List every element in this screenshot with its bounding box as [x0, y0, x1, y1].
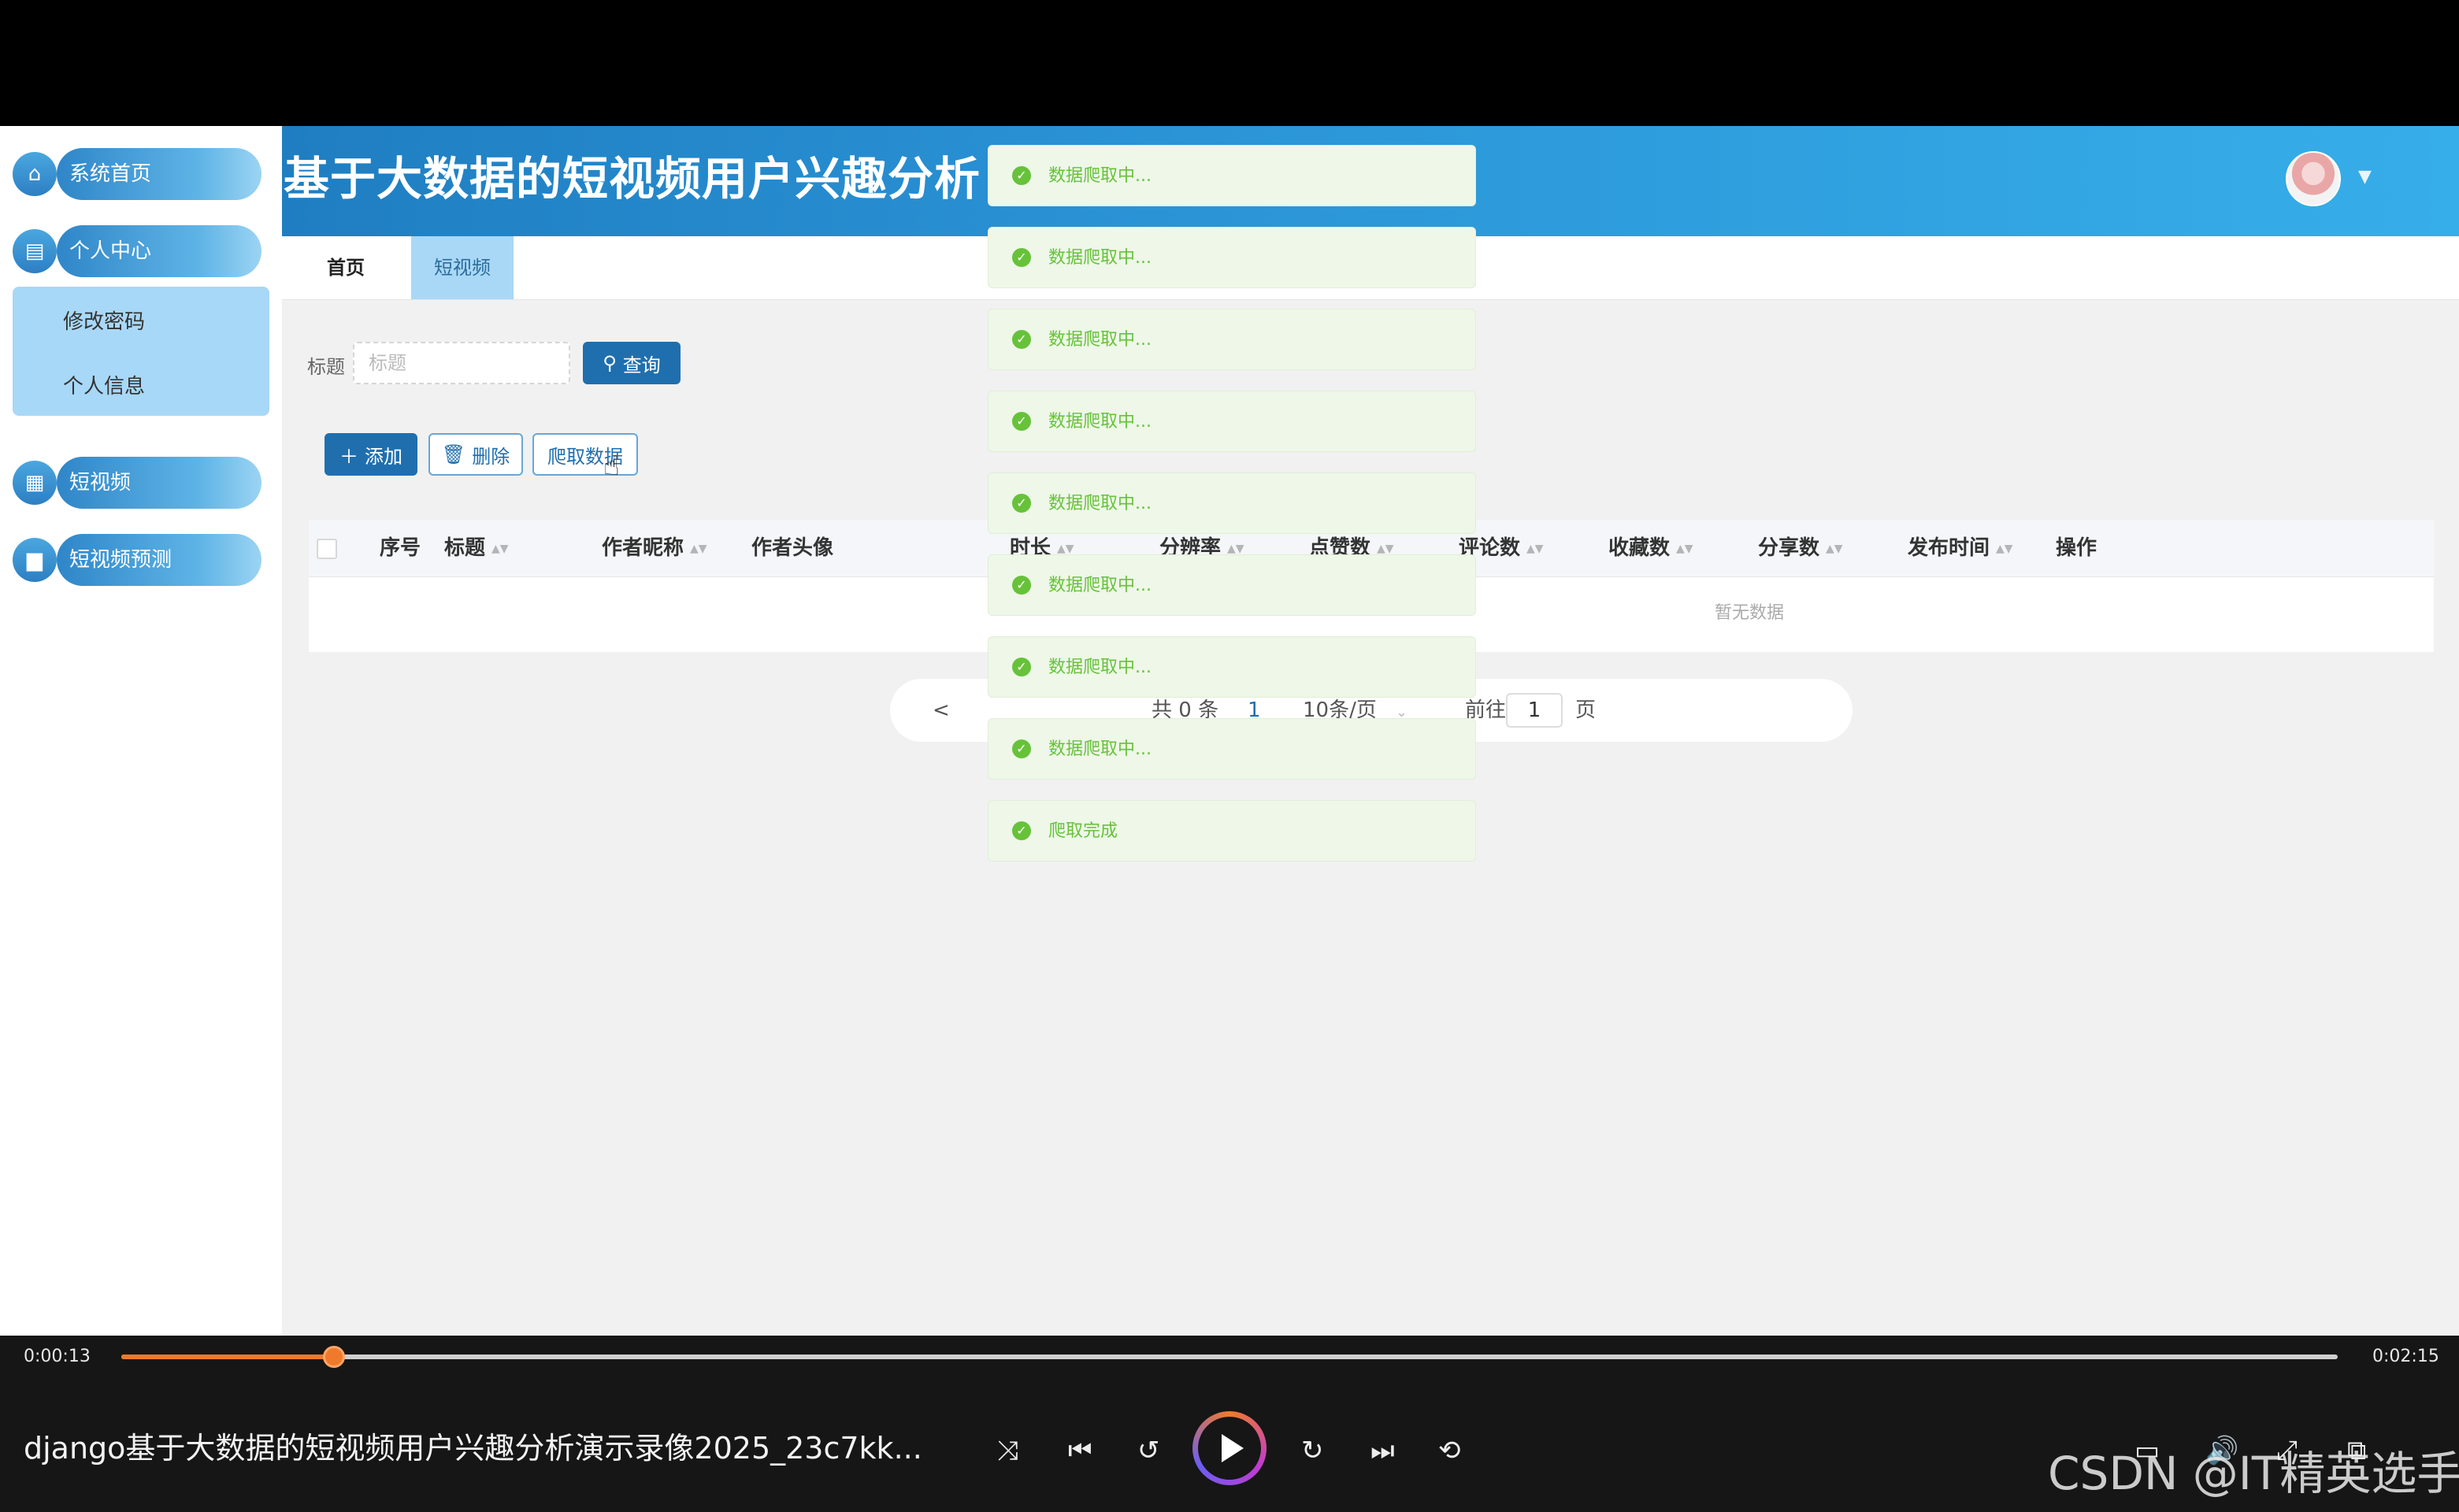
search-input[interactable] [353, 342, 570, 384]
delete-button-label: 删除 [472, 445, 510, 468]
sidebar-submenu: 修改密码 个人信息 [13, 287, 269, 416]
column-header-index: 序号 [380, 536, 421, 560]
search-icon: ⚲ [603, 352, 617, 374]
sort-icon[interactable]: ▲▼ [1996, 543, 2013, 555]
toast-message: ✓ 数据爬取中... [988, 227, 1476, 288]
play-button[interactable] [1192, 1411, 1267, 1485]
chevron-down-icon[interactable]: ▼ [2358, 167, 2372, 187]
toast-text: 数据爬取中... [1048, 330, 1152, 350]
sort-icon[interactable]: ▲▼ [1227, 543, 1244, 555]
check-circle-icon: ✓ [1012, 248, 1031, 267]
app-window: ⌂ 系统首页 ▤ 个人中心 修改密码 个人信息 ▦ 短视频 ▆ 短视频预测 基于… [0, 126, 2459, 1336]
progress-bar[interactable] [121, 1346, 2338, 1368]
sidebar-item-home[interactable]: ⌂ 系统首页 [13, 148, 261, 200]
delete-button[interactable]: 🗑 删除 [428, 433, 523, 476]
forward-30-icon[interactable]: ↻ [1301, 1435, 1324, 1466]
sort-icon[interactable]: ▲▼ [491, 543, 509, 555]
column-header-author-nickname[interactable]: 作者昵称 ▲▼ [602, 520, 707, 576]
pagination-page-unit: 页 [1575, 699, 1597, 722]
column-header-title[interactable]: 标题 ▲▼ [444, 520, 509, 576]
toast-message: ✓ 数据爬取中... [988, 636, 1476, 698]
toast-text: 爬取完成 [1048, 821, 1118, 841]
check-circle-icon: ✓ [1012, 739, 1031, 758]
sidebar-item-label: 短视频 [57, 457, 261, 509]
next-track-icon[interactable]: ⏭ [1370, 1435, 1395, 1466]
check-circle-icon: ✓ [1012, 330, 1031, 349]
query-button-label: 查询 [622, 354, 661, 376]
home-icon: ⌂ [13, 152, 57, 196]
tab-home[interactable]: 首页 [309, 236, 383, 299]
calendar-icon: ▤ [13, 229, 57, 273]
toast-message: ✓ 数据爬取中... [988, 145, 1476, 206]
shuffle-icon[interactable]: ⤨ [997, 1435, 1018, 1466]
toast-text: 数据爬取中... [1048, 494, 1152, 513]
check-circle-icon: ✓ [1012, 494, 1031, 513]
sort-icon[interactable]: ▲▼ [1377, 543, 1394, 555]
plus-icon: ＋ [339, 445, 358, 468]
column-header-actions: 操作 [2056, 536, 2097, 560]
check-circle-icon: ✓ [1012, 412, 1031, 431]
sidebar-item-personal-center[interactable]: ▤ 个人中心 [13, 225, 261, 277]
repeat-off-icon[interactable]: ⟲ [1438, 1435, 1461, 1466]
grid-icon: ▦ [13, 461, 57, 505]
video-title: django基于大数据的短视频用户兴趣分析演示录像2025_23c7kk... [24, 1431, 922, 1466]
briefcase-icon: ▆ [13, 538, 57, 582]
current-time: 0:00:13 [24, 1347, 91, 1366]
tab-short-video[interactable]: 短视频 [411, 236, 514, 299]
column-header-publish-time[interactable]: 发布时间 ▲▼ [1908, 520, 2013, 576]
sidebar-item-short-video-prediction[interactable]: ▆ 短视频预测 [13, 534, 261, 586]
add-button-label: 添加 [365, 445, 402, 468]
sidebar-item-short-video[interactable]: ▦ 短视频 [13, 457, 261, 509]
query-button[interactable]: ⚲ 查询 [583, 342, 681, 384]
prev-page-button[interactable]: < [933, 679, 950, 742]
toast-message: ✓ 数据爬取中... [988, 391, 1476, 452]
sort-icon[interactable]: ▲▼ [1057, 543, 1074, 555]
sidebar-item-label: 个人中心 [57, 225, 261, 277]
column-header-author-avatar: 作者头像 [751, 536, 834, 560]
check-circle-icon: ✓ [1012, 576, 1031, 595]
add-button[interactable]: ＋ 添加 [325, 433, 417, 476]
sidebar-subitem-change-password[interactable]: 修改密码 [63, 306, 145, 335]
play-icon [1198, 1417, 1261, 1480]
sidebar-item-label: 系统首页 [57, 148, 261, 200]
avatar[interactable] [2286, 151, 2341, 206]
check-circle-icon: ✓ [1012, 821, 1031, 840]
toast-text: 数据爬取中... [1048, 166, 1152, 186]
check-circle-icon: ✓ [1012, 166, 1031, 185]
sort-icon[interactable]: ▲▼ [1676, 543, 1693, 555]
toast-message: ✓ 数据爬取中... [988, 309, 1476, 370]
previous-track-icon[interactable]: ⏮ [1068, 1435, 1092, 1466]
total-time: 0:02:15 [2372, 1347, 2439, 1366]
toast-message: ✓ 爬取完成 [988, 800, 1476, 862]
column-header-shares[interactable]: 分享数 ▲▼ [1758, 520, 1843, 576]
goto-page-input[interactable]: 1 [1506, 693, 1563, 728]
pointer-cursor-icon: ☝ [603, 450, 620, 482]
sort-icon[interactable]: ▲▼ [690, 543, 707, 555]
toast-text: 数据爬取中... [1048, 739, 1152, 759]
trash-icon: 🗑 [441, 443, 466, 465]
toast-text: 数据爬取中... [1048, 248, 1152, 268]
sidebar-subitem-personal-info[interactable]: 个人信息 [63, 370, 145, 399]
sort-icon[interactable]: ▲▼ [1826, 543, 1843, 555]
toast-message: ✓ 数据爬取中... [988, 472, 1476, 534]
progress-fill [121, 1354, 335, 1359]
search-label: 标题 [307, 356, 345, 378]
sidebar: ⌂ 系统首页 ▤ 个人中心 修改密码 个人信息 ▦ 短视频 ▆ 短视频预测 [0, 126, 282, 1336]
toast-text: 数据爬取中... [1048, 658, 1152, 677]
progress-handle[interactable] [323, 1346, 346, 1368]
app-title: 基于大数据的短视频用户兴趣分析 [284, 152, 981, 206]
select-all-checkbox[interactable] [317, 539, 337, 559]
sidebar-item-label: 短视频预测 [57, 534, 261, 586]
column-header-favorites[interactable]: 收藏数 ▲▼ [1608, 520, 1693, 576]
video-player-controls: 0:00:13 0:02:15 django基于大数据的短视频用户兴趣分析演示录… [0, 1336, 2459, 1512]
check-circle-icon: ✓ [1012, 658, 1031, 676]
sort-icon[interactable]: ▲▼ [1526, 543, 1544, 555]
toast-text: 数据爬取中... [1048, 412, 1152, 432]
crawl-data-button[interactable]: 爬取数据 [532, 433, 638, 476]
rewind-10-icon[interactable]: ↺ [1137, 1435, 1160, 1466]
toast-message: ✓ 数据爬取中... [988, 554, 1476, 616]
watermark: CSDN @IT精英选手 [2048, 1447, 2459, 1500]
toast-text: 数据爬取中... [1048, 576, 1152, 595]
toast-message: ✓ 数据爬取中... [988, 718, 1476, 780]
